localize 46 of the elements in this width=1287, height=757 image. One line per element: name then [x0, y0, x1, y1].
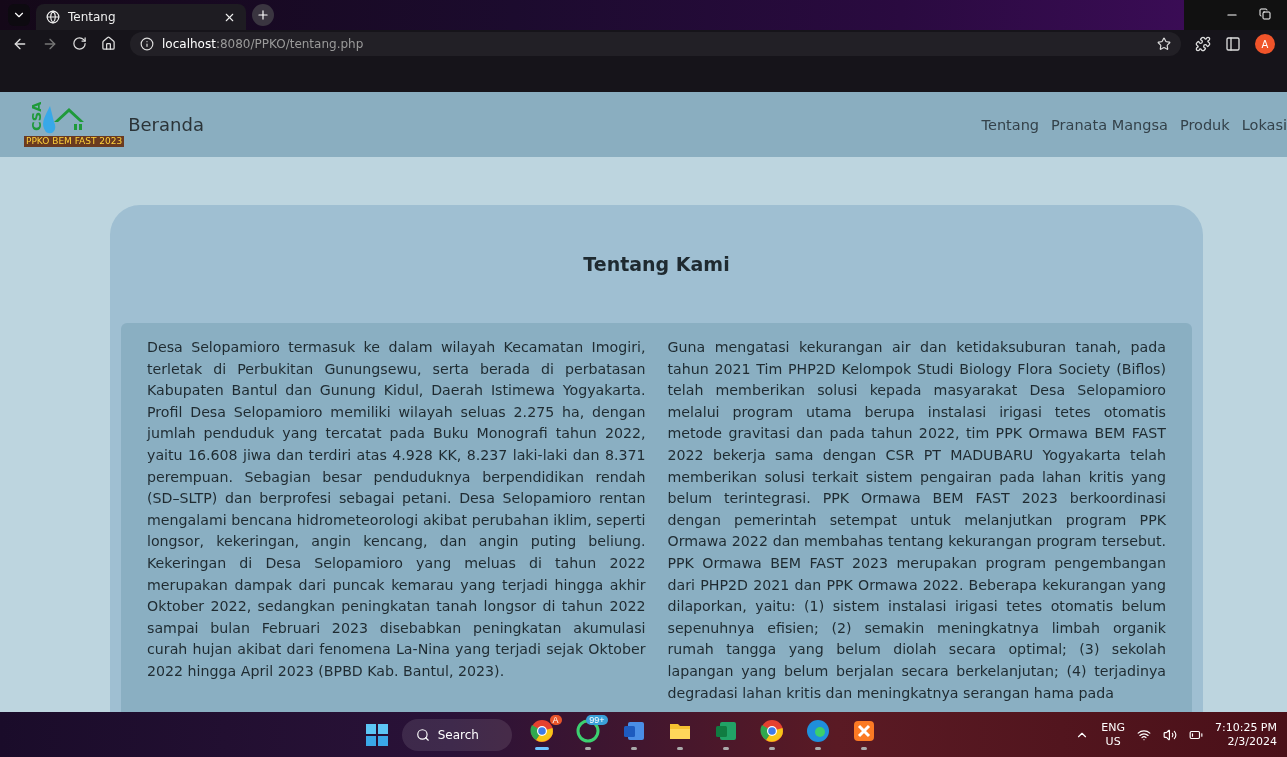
search-icon [415, 727, 430, 742]
profile-avatar[interactable]: A [1255, 34, 1275, 54]
paragraph: Guna mengatasi kekurangan air dan ketidaksuburan tanah, pada tahun 2021 Tim PHP2D Kelompok Studi Biology Flora Society (Biflos) telah memberikan solusi kepada masyarakat Desa Selopamioro melalui program utama berupa instalasi irigasi tetes otomatis metode gravitasi dan pada tahun 2022, tim PPK Ormawa BEM FAST 2022 bekerja sama dengan CSR PT MADUBARU Yogyakarta telah memberikan solusi terkait sistem pengairan pada lahan kritis yang belum terintegrasi. PPK Ormawa BEM FAST 2023 berkoordinasi dengan pemerintah setempat untuk melanjutkan program PPK Ormawa 2022 dan membahas tentang kekurangan program tersebut. PPK Ormawa BEM FAST 2023 merupakan program pengembangan dari PHP2D 2021 dan PPK Ormawa 2022. Beberapa kekurangan yang dilaporkan, yaitu: (1) sistem instalasi irigasi tetes otomatis belum sepenuhnya efisien; (2) semakin meningkatnya limbah organik rumah tangga yang belum diolah secara optimal; (3) sekolah lapangan yang belum berjalan secara berkelanjutan; (4) terjadinya degradasi lahan kritis dan meningkatnya serangan hama pada [667, 338, 1166, 703]
browser-icon [759, 719, 784, 743]
paragraph: Desa Selopamioro termasuk ke dalam wilayah Kecamatan Imogiri, terletak di Perbukitan Gunungsewu, serta berada di perbatasan Kabupaten Bantul dan Gunung Kidul, Daerah Istimewa Yogyakarta. Profil Desa Selopamioro memiliki wilayah seluas 2.275 ha, dengan jumlah penduduk yang tercatat pada Buku Monografi tahun 2022, yaitu 16.608 jiwa dan terdiri atas 4.928 KK, 8.237 laki-laki dan 8.371 perempuan. Sebagian besar penduduknya berpendidikan rendah (SD–SLTP) dan berprofesi sebagai petani. Desa Selopamioro rentan mengalami bencana hidrometeorologi akibat perubahan iklim, seperti longsor, kekeringan, angin kencang, dan angin puting beliung. Kekeringan di Desa Selopamioro yang meluas di tahun 2022 merupakan dampak dari puncak kemarau yang terjadi hingga akhir Oktober 2022, sedangkan peningkatan tanah longsor di tahun 2022 sampai bulan Februari 2023 disebabkan peningkatan akumulasi curah hujan akibat dari fenomena La-Nina yang terjadi sejak Oktober 2022 hingga April 2023 (BPBD Kab. Bantul, 2023). [147, 338, 646, 681]
info-icon [140, 37, 154, 51]
back-icon[interactable] [12, 36, 28, 52]
notification-badge: 99+ [586, 714, 608, 725]
page-title: Tentang Kami [582, 252, 731, 277]
document-icon [621, 719, 646, 743]
logo-drawing: CSA [24, 102, 86, 136]
plus-icon [256, 8, 270, 22]
app-icon [851, 719, 876, 743]
restore-icon[interactable] [1259, 8, 1271, 20]
nav-link[interactable]: Lokasi [1241, 116, 1287, 133]
logo-caption: PPKO BEM FAST 2023 [24, 136, 125, 147]
wifi-icon[interactable] [1136, 727, 1151, 742]
volume-icon[interactable] [1162, 727, 1177, 742]
address-bar[interactable]: localhost:8080/PPKO/tentang.php [130, 32, 1181, 56]
globe-icon [46, 10, 60, 24]
brand-link[interactable]: Beranda [128, 114, 204, 135]
search-button[interactable]: Search [401, 718, 512, 751]
browser-icon [529, 719, 554, 743]
tab-list-button[interactable] [8, 4, 30, 26]
url-host: localhost [162, 37, 216, 51]
star-icon[interactable] [1157, 37, 1171, 51]
nav-link[interactable]: Pranata Mangsa [1051, 116, 1168, 133]
clock-time[interactable]: 7:10:25 PM [1214, 720, 1277, 735]
url-path: :8080/PPKO/tentang.php [215, 37, 364, 51]
home-icon[interactable] [101, 36, 116, 51]
region-label[interactable]: US [1105, 734, 1121, 749]
nav-link[interactable]: Produk [1179, 116, 1230, 133]
browser-tab[interactable]: Tentang [36, 4, 246, 30]
language-label[interactable]: ENG [1101, 720, 1125, 735]
notification-badge: A [549, 714, 562, 725]
spreadsheet-icon [713, 719, 738, 743]
side-panel-icon[interactable] [1225, 36, 1241, 52]
nav-link[interactable]: Tentang [981, 116, 1040, 133]
forward-icon[interactable] [42, 36, 58, 52]
tab-title: Tentang [68, 10, 117, 24]
puzzle-icon[interactable] [1195, 36, 1211, 52]
reload-icon[interactable] [72, 36, 87, 51]
windows-start-icon[interactable] [365, 723, 388, 746]
browser-icon [805, 719, 830, 743]
new-tab-button[interactable] [252, 4, 274, 26]
clock-date[interactable]: 2/3/2024 [1227, 734, 1277, 749]
